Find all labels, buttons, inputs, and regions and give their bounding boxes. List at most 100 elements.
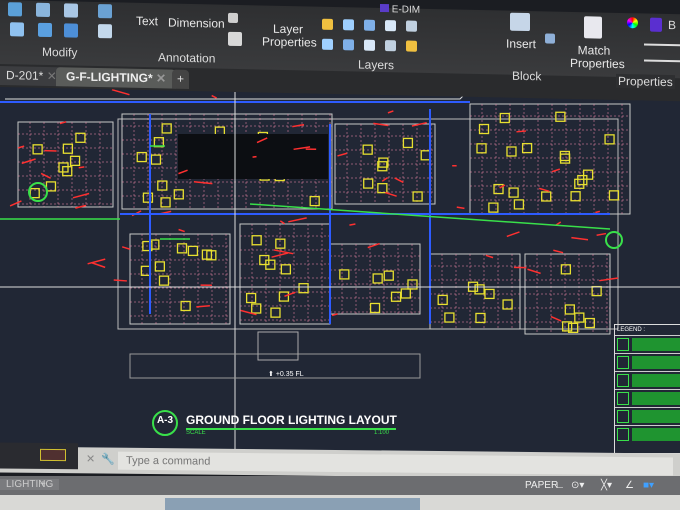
layer-tool-icon[interactable] <box>322 38 333 50</box>
layer-tool-icon[interactable] <box>385 40 396 52</box>
title-number: A-3 <box>156 415 174 426</box>
layout-tab-lighting[interactable]: LIGHTING <box>0 479 60 490</box>
annotation-group-label[interactable]: Annotation <box>158 50 215 65</box>
drawing-canvas[interactable]: A-3 GROUND FLOOR LIGHTING LAYOUT SCALE 1… <box>0 84 680 454</box>
layer-tool-icon[interactable] <box>343 19 354 31</box>
wiring <box>456 206 465 210</box>
wiring <box>550 315 562 322</box>
polar-tracking-icon[interactable]: ⊙▾ <box>568 478 587 493</box>
fillet-icon[interactable] <box>64 3 78 18</box>
light-fixture <box>475 312 486 324</box>
light-fixture <box>45 181 57 192</box>
insert-button[interactable]: Insert <box>506 37 536 52</box>
snap-icon[interactable]: ∟ <box>552 478 568 493</box>
match-properties-button[interactable]: Match Properties <box>570 43 625 71</box>
light-fixture <box>570 191 581 202</box>
level-label: +0.35 FL <box>275 371 304 378</box>
dimension-button[interactable]: Dimension <box>168 16 225 31</box>
layer-tool-icon[interactable] <box>406 40 417 52</box>
stretch-icon[interactable] <box>38 22 52 38</box>
leader-icon[interactable] <box>228 12 238 23</box>
color-swatch[interactable] <box>650 17 662 32</box>
light-fixture <box>383 270 394 281</box>
room <box>469 103 631 215</box>
light-fixture <box>420 150 431 161</box>
tab-label: G-F-LIGHTING* <box>66 69 153 86</box>
layer-dropdown[interactable]: E-DIM <box>380 3 500 17</box>
wiring <box>284 291 296 298</box>
command-input[interactable] <box>118 451 673 476</box>
add-layout-button[interactable]: + <box>40 479 46 490</box>
legend-table: LEGEND : <box>614 324 680 454</box>
current-layer: E-DIM <box>391 4 421 16</box>
tab-g-f-lighting[interactable]: G-F-LIGHTING* ✕ <box>56 67 177 89</box>
wiring <box>553 249 564 254</box>
annotation-scale-icon[interactable]: ∠ <box>622 478 637 493</box>
light-fixture <box>502 299 513 310</box>
status-bar: LIGHTING + PAPER ∟ ⊙▾ ╳▾ ∠ ■▾ <box>0 476 680 496</box>
customize-icon[interactable]: 🔧 <box>101 452 115 465</box>
close-icon[interactable]: ✕ <box>156 71 166 85</box>
light-fixture <box>75 132 86 143</box>
linetype-dropdown[interactable] <box>644 59 680 63</box>
close-icon[interactable]: ✕ <box>86 452 95 465</box>
wiring <box>385 191 397 197</box>
offset-icon[interactable] <box>98 24 112 39</box>
block-group-label[interactable]: Block <box>512 69 541 84</box>
new-tab-button[interactable]: + <box>172 69 190 89</box>
light-fixture <box>559 153 571 164</box>
match-properties-icon[interactable] <box>584 16 602 39</box>
wiring <box>17 145 25 149</box>
layer-properties-button[interactable]: Layer Properties <box>262 22 317 50</box>
3d-icon[interactable] <box>98 4 112 19</box>
text-button[interactable]: Text <box>136 14 158 28</box>
legend-title: LEGEND : <box>617 327 646 333</box>
light-fixture <box>474 284 485 295</box>
layers-group-label[interactable]: Layers <box>358 57 394 72</box>
osnap-icon[interactable]: ╳▾ <box>598 478 615 493</box>
wiring <box>279 220 285 225</box>
mirror-icon[interactable] <box>36 2 50 18</box>
wiring <box>571 236 589 241</box>
light-fixture <box>513 199 525 210</box>
light-fixture <box>559 150 571 162</box>
legend-row <box>615 335 680 353</box>
layer-tool-icon[interactable] <box>364 19 375 31</box>
insert-icon[interactable] <box>510 12 530 32</box>
title-number-bubble: A-3 <box>152 410 178 436</box>
properties-group-label[interactable]: Properties <box>616 73 675 90</box>
scale-icon[interactable] <box>10 22 24 37</box>
create-block-icon[interactable] <box>545 33 555 44</box>
light-fixture <box>154 261 165 272</box>
light-fixture <box>407 279 418 290</box>
light-fixture <box>444 312 455 323</box>
modify-group-label[interactable]: Modify <box>42 45 77 60</box>
lineweight-dropdown[interactable] <box>644 43 680 47</box>
layer-tool-icon[interactable] <box>364 39 375 51</box>
light-fixture <box>564 304 575 315</box>
layer-tool-icon[interactable] <box>343 39 354 51</box>
light-fixture <box>280 264 292 275</box>
wiring <box>538 187 550 193</box>
light-fixture <box>608 190 620 201</box>
light-fixture <box>574 178 585 189</box>
wiring <box>196 305 210 308</box>
wiring <box>551 168 561 173</box>
light-fixture <box>251 303 262 314</box>
layer-tool-icon[interactable] <box>385 20 396 32</box>
light-fixture <box>275 238 286 249</box>
workspace-icon[interactable]: ■▾ <box>640 478 657 493</box>
array-icon[interactable] <box>64 23 78 38</box>
legend-row <box>615 371 680 389</box>
layer-tool-icon[interactable] <box>406 20 417 32</box>
table-icon[interactable] <box>228 31 242 47</box>
light-fixture <box>160 197 171 208</box>
legend-row <box>615 407 680 425</box>
color-wheel-icon[interactable] <box>627 17 638 29</box>
light-fixture <box>476 143 487 154</box>
light-fixture <box>577 174 588 186</box>
panel-symbol <box>605 231 623 249</box>
layer-tool-icon[interactable] <box>322 18 333 30</box>
rotate-icon[interactable] <box>8 2 22 17</box>
wiring <box>596 232 607 236</box>
